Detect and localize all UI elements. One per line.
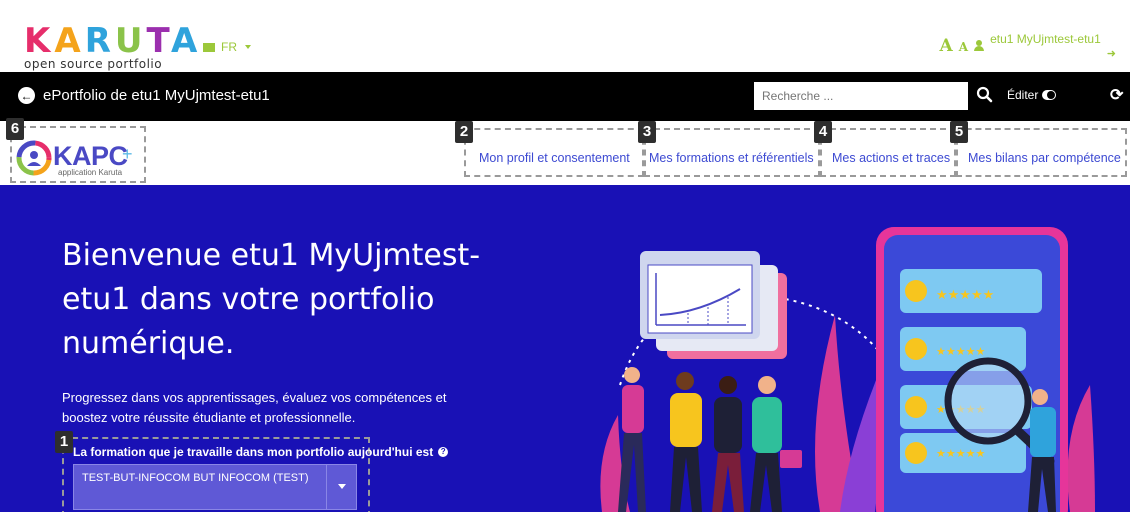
nav-link-actions[interactable]: Mes actions et traces: [832, 151, 950, 165]
karuta-logo[interactable]: KARUTA open source portfolio: [24, 24, 201, 71]
user-area: A A etu1 MyUjmtest-etu1 ➜: [940, 32, 1116, 60]
chevron-down-icon: [245, 45, 251, 49]
navbar: ← ePortfolio de etu1 MyUjmtest-etu1 Édit…: [0, 72, 1130, 121]
logout-icon[interactable]: ➜: [1107, 47, 1116, 60]
logo-letter: A: [171, 21, 202, 61]
formation-select[interactable]: TEST-BUT-INFOCOM BUT INFOCOM (TEST): [73, 464, 357, 510]
hero-text: Progressez dans vos apprentissages, éval…: [62, 390, 447, 425]
user-icon: [974, 40, 985, 51]
toggle-icon[interactable]: [1042, 90, 1057, 100]
hero-section: Bienvenue etu1 MyUjmtest-etu1 dans votre…: [0, 185, 1130, 512]
refresh-icon[interactable]: ⟳: [1110, 85, 1123, 105]
portfolio-title-text: ePortfolio de etu1 MyUjmtest-etu1: [43, 87, 270, 104]
edit-label: Éditer: [1007, 88, 1039, 102]
logo-letter: R: [84, 21, 115, 61]
kapc-subtitle: application Karuta: [58, 168, 123, 177]
svg-text:★★★★★: ★★★★★: [936, 447, 985, 460]
language-label[interactable]: FR: [221, 40, 237, 54]
step-badge-4: 4: [814, 121, 832, 143]
help-icon[interactable]: ?: [438, 447, 449, 457]
edit-toggle[interactable]: Éditer: [1007, 88, 1057, 102]
top-bar: KARUTA open source portfolio FR A A etu1…: [0, 0, 1130, 72]
logo-letter: T: [146, 21, 172, 61]
formation-select-value: TEST-BUT-INFOCOM BUT INFOCOM (TEST): [82, 472, 309, 484]
search-input[interactable]: [754, 82, 968, 110]
nav-link-formations[interactable]: Mes formations et référentiels: [649, 151, 814, 165]
back-arrow-icon[interactable]: ←: [18, 87, 35, 104]
kapc-logo-icon: [16, 140, 52, 176]
karuta-wordmark: KARUTA: [24, 24, 201, 58]
font-decrease-button[interactable]: A: [959, 40, 968, 54]
logo-letter: A: [54, 21, 85, 61]
portfolio-title[interactable]: ← ePortfolio de etu1 MyUjmtest-etu1: [18, 87, 270, 104]
step-badge-3: 3: [638, 121, 656, 143]
step-badge-2: 2: [455, 121, 473, 143]
hero-illustration: ★★★★★ ★★★★★ ★★★★★ ★★★★★: [600, 227, 1095, 512]
kapc-logo[interactable]: KAPC + application Karuta: [16, 136, 140, 178]
search-icon[interactable]: [976, 86, 994, 104]
nav-link-profile[interactable]: Mon profil et consentement: [479, 151, 630, 165]
font-increase-button[interactable]: A: [940, 36, 953, 56]
language-selector[interactable]: FR: [203, 40, 251, 54]
username-link[interactable]: etu1 MyUjmtest-etu1: [990, 32, 1101, 46]
hero-title: Bienvenue etu1 MyUjmtest-etu1 dans votre…: [62, 238, 481, 361]
step-badge-1: 1: [55, 431, 73, 453]
kapc-plus: +: [122, 144, 133, 164]
svg-text:★★★★★: ★★★★★: [936, 345, 985, 358]
svg-text:★★★★★: ★★★★★: [936, 288, 994, 303]
logo-letter: U: [114, 21, 147, 61]
chevron-down-icon[interactable]: [326, 465, 356, 509]
envelope-icon[interactable]: [203, 42, 215, 52]
formation-label: La formation que je travaille dans mon p…: [73, 445, 449, 459]
formation-label-text: La formation que je travaille dans mon p…: [73, 445, 434, 459]
logo-letter: K: [24, 21, 55, 61]
step-badge-5: 5: [950, 121, 968, 143]
nav-link-bilans[interactable]: Mes bilans par compétence: [968, 151, 1121, 165]
